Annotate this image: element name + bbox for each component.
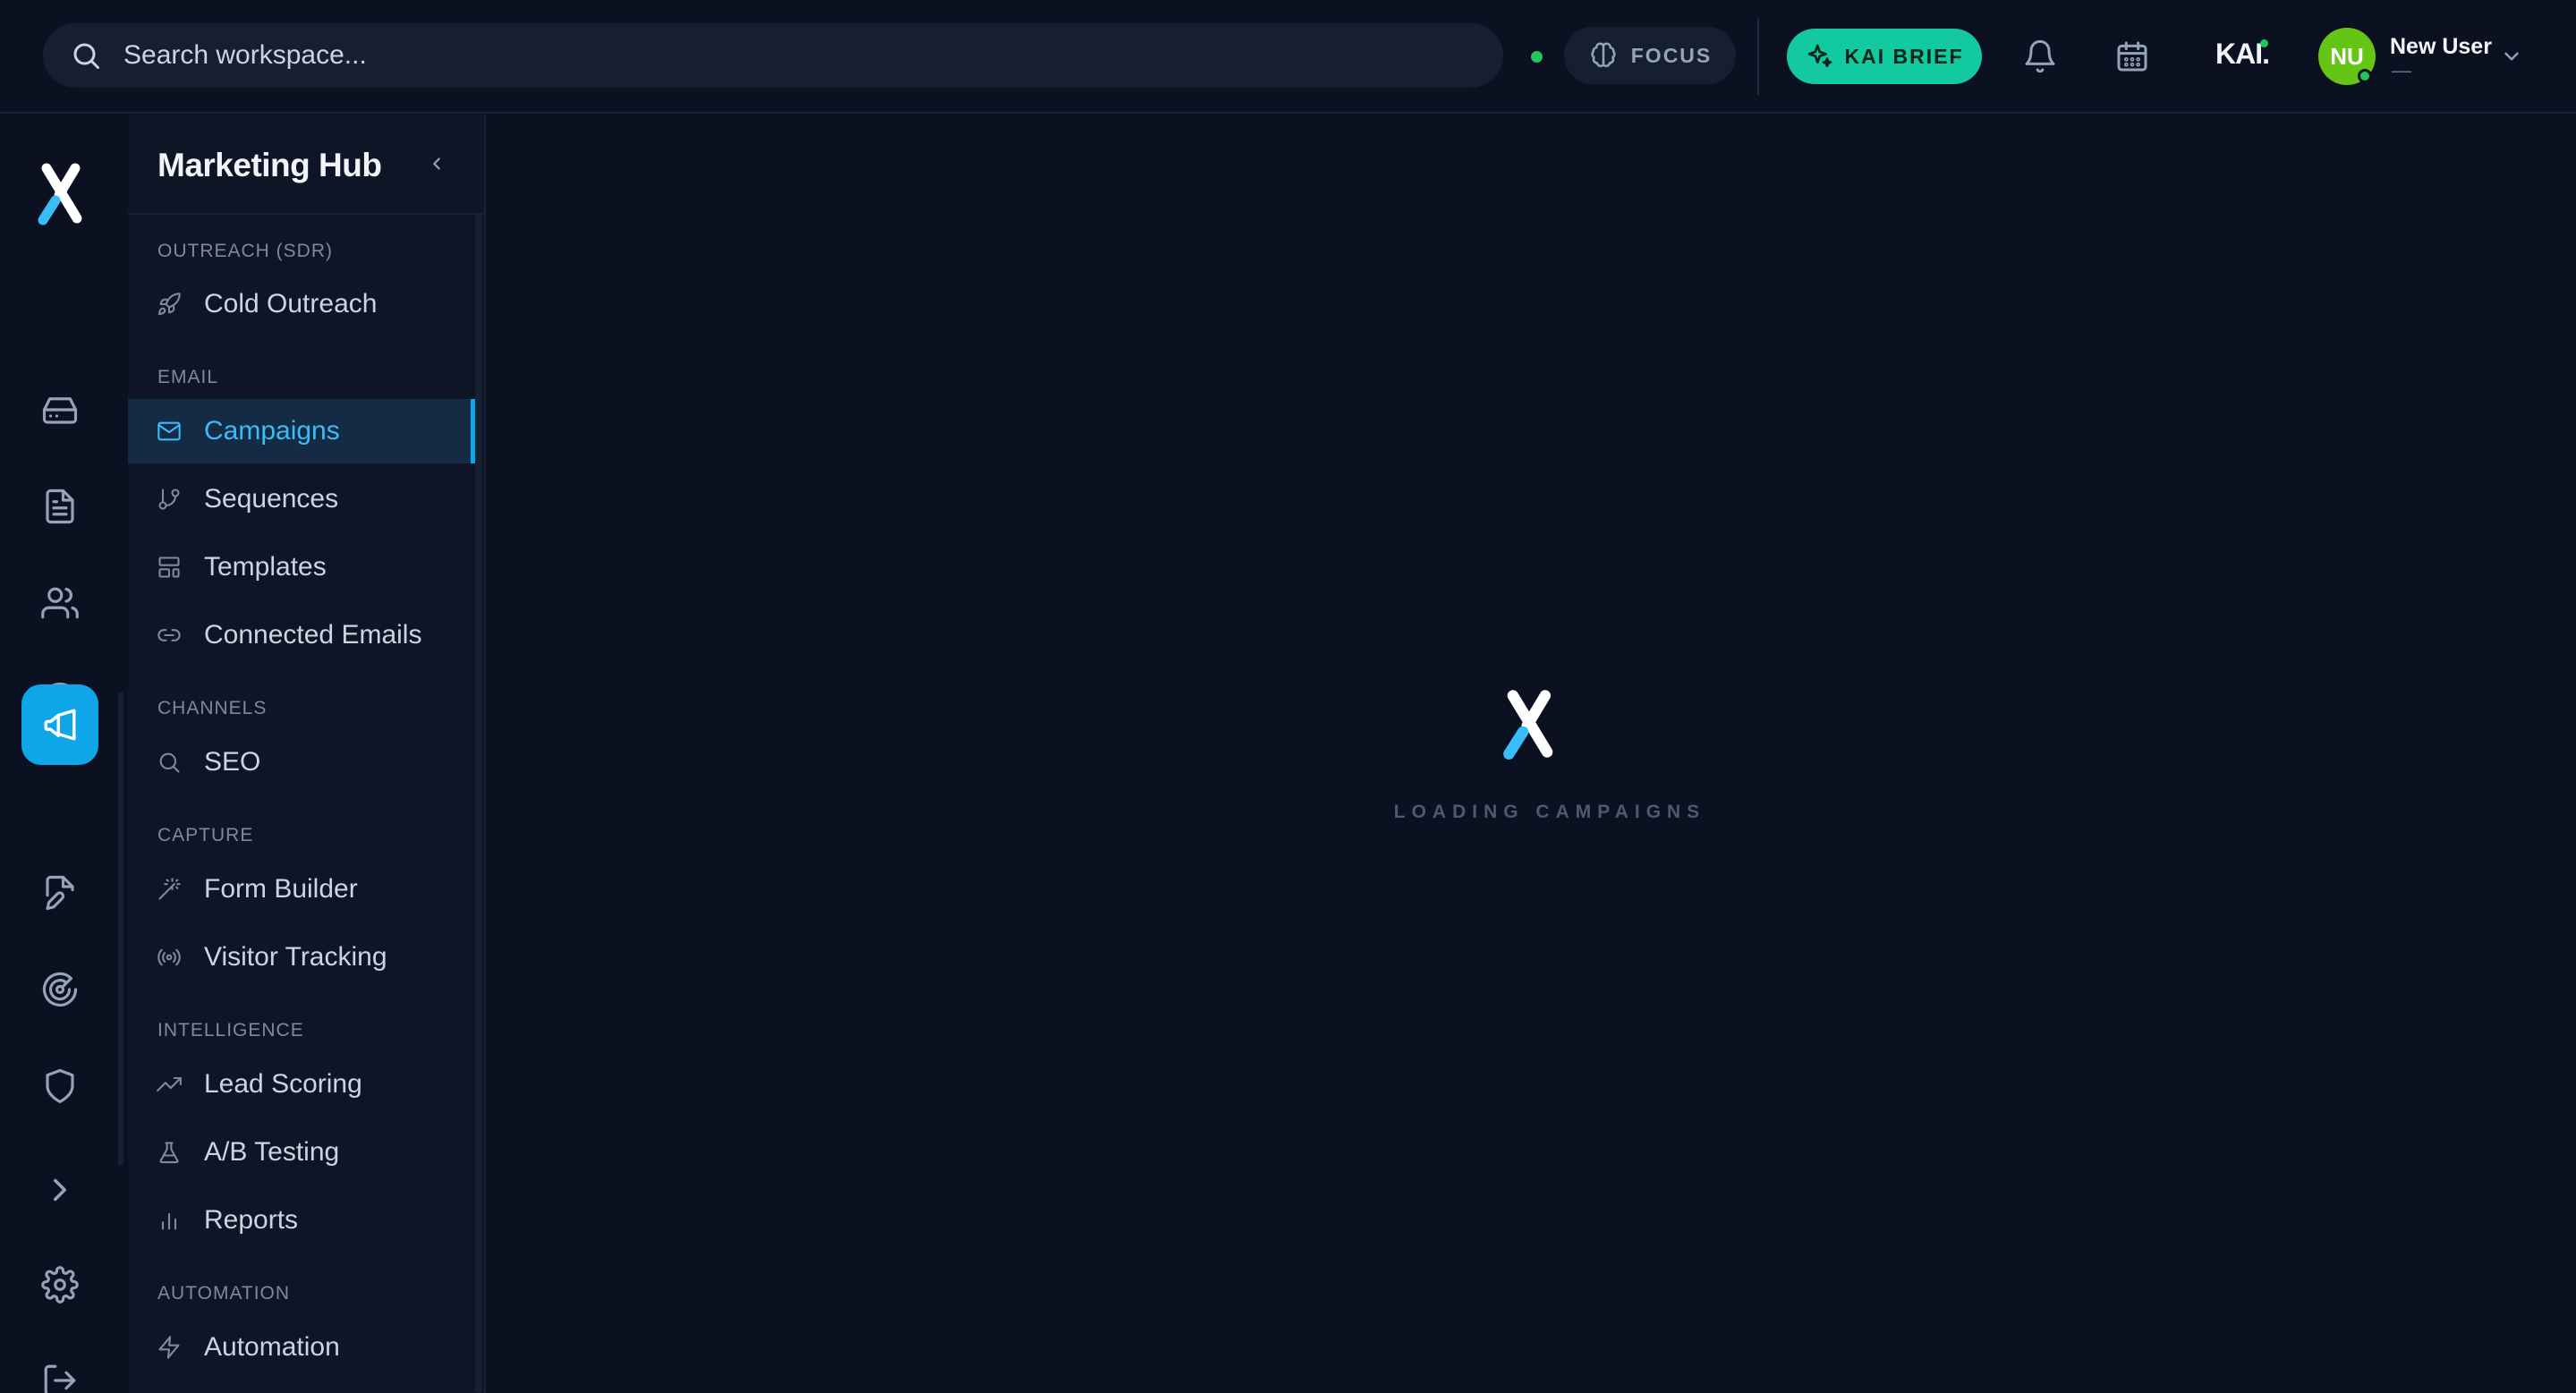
sidebar-item-templates[interactable]: Templates bbox=[128, 535, 475, 599]
rail-scrollbar[interactable] bbox=[118, 692, 123, 1166]
sidebar-item-cold-outreach[interactable]: Cold Outreach bbox=[128, 272, 475, 336]
sidebar-item-label: Templates bbox=[204, 552, 327, 582]
rail-item-radar[interactable] bbox=[21, 949, 98, 1030]
radar-icon bbox=[42, 972, 78, 1007]
chevron-right-icon bbox=[54, 1178, 66, 1202]
zap-icon bbox=[157, 1335, 182, 1360]
main-content: LOADING CAMPAIGNS bbox=[488, 115, 2576, 1393]
sidebar-item-form-builder[interactable]: Form Builder bbox=[128, 857, 475, 922]
focus-button[interactable]: FOCUS bbox=[1564, 27, 1736, 84]
sidebar-item-label: Cold Outreach bbox=[204, 289, 378, 319]
search-icon bbox=[157, 750, 182, 775]
flask-icon bbox=[157, 1140, 182, 1165]
sidebar-item-label: Sequences bbox=[204, 484, 339, 514]
users-icon bbox=[41, 587, 79, 619]
section-label-automation: AUTOMATION bbox=[157, 1283, 291, 1304]
sidebar-item-label: Visitor Tracking bbox=[204, 942, 387, 972]
sidebar-item-connected-emails[interactable]: Connected Emails bbox=[128, 603, 475, 667]
section-label-capture: CAPTURE bbox=[157, 825, 254, 845]
status-indicator bbox=[1531, 51, 1543, 63]
sidebar-item-label: Campaigns bbox=[204, 416, 340, 446]
sidebar-item-lead-scoring[interactable]: Lead Scoring bbox=[128, 1052, 475, 1117]
calendar-icon bbox=[2117, 41, 2147, 72]
rail-item-contacts[interactable] bbox=[21, 563, 98, 643]
rail-item-settings[interactable] bbox=[21, 1244, 98, 1325]
divider bbox=[1757, 18, 1759, 95]
search-input[interactable] bbox=[123, 40, 1376, 71]
sidebar-item-label: A/B Testing bbox=[204, 1137, 340, 1167]
loading-logo-icon bbox=[1503, 690, 1553, 760]
rocket-icon bbox=[157, 292, 182, 317]
log-out-icon bbox=[44, 1364, 76, 1393]
search-icon bbox=[73, 43, 99, 69]
bar-chart-icon bbox=[157, 1208, 182, 1233]
chevron-down-icon[interactable] bbox=[2500, 45, 2523, 68]
sidebar-title: Marketing Hub bbox=[157, 147, 382, 183]
shield-icon bbox=[46, 1068, 74, 1104]
rail-item-inbox[interactable] bbox=[21, 369, 98, 450]
bell-icon bbox=[2025, 39, 2055, 73]
rail-item-editor[interactable] bbox=[21, 853, 98, 933]
sidebar-scrollbar[interactable] bbox=[475, 215, 482, 1393]
megaphone-icon bbox=[44, 709, 76, 741]
trending-up-icon bbox=[157, 1072, 182, 1097]
notifications-button[interactable] bbox=[2019, 36, 2061, 77]
inbox-icon bbox=[42, 397, 78, 424]
rail-item-marketing[interactable] bbox=[21, 684, 98, 765]
kai-brief-button[interactable]: KAI BRIEF bbox=[1787, 29, 1982, 84]
rail-expand-button[interactable] bbox=[21, 1150, 98, 1230]
gear-icon bbox=[41, 1266, 79, 1304]
section-label-email: EMAIL bbox=[157, 367, 219, 387]
sidebar-item-label: Connected Emails bbox=[204, 620, 422, 650]
section-label-channels: CHANNELS bbox=[157, 698, 268, 718]
sidebar-item-visitor-tracking[interactable]: Visitor Tracking bbox=[128, 925, 475, 990]
chevron-left-icon bbox=[433, 157, 440, 170]
sidebar-header: Marketing Hub bbox=[128, 115, 484, 215]
link-icon bbox=[157, 623, 182, 648]
file-edit-icon bbox=[46, 875, 74, 911]
sidebar-item-reports[interactable]: Reports bbox=[128, 1188, 475, 1253]
user-subtitle: — bbox=[2392, 59, 2411, 81]
sidebar-item-campaigns[interactable]: Campaigns bbox=[128, 399, 475, 463]
git-branch-icon bbox=[157, 487, 182, 512]
kai-status-dot bbox=[2260, 39, 2268, 47]
layout-template-icon bbox=[157, 555, 182, 580]
user-name[interactable]: New User bbox=[2390, 34, 2492, 60]
sidebar-item-automation[interactable]: Automation bbox=[128, 1315, 475, 1380]
online-indicator bbox=[2358, 69, 2372, 83]
rail-item-security[interactable] bbox=[21, 1046, 98, 1126]
sidebar-item-seo[interactable]: SEO bbox=[128, 730, 475, 794]
sidebar-item-ab-testing[interactable]: A/B Testing bbox=[128, 1120, 475, 1185]
icon-rail bbox=[0, 115, 127, 1393]
collapse-sidebar-button[interactable] bbox=[423, 150, 450, 177]
sidebar-item-label: Reports bbox=[204, 1205, 299, 1235]
section-label-outreach: OUTREACH (SDR) bbox=[157, 241, 333, 261]
focus-label: FOCUS bbox=[1630, 43, 1713, 67]
sidebar-item-label: SEO bbox=[204, 747, 261, 777]
secondary-sidebar: Marketing Hub OUTREACH (SDR) Cold Outrea… bbox=[128, 115, 486, 1393]
sidebar-item-label: Form Builder bbox=[204, 874, 358, 904]
calendar-button[interactable] bbox=[2112, 36, 2153, 77]
sidebar-item-sequences[interactable]: Sequences bbox=[128, 467, 475, 531]
section-label-intelligence: INTELLIGENCE bbox=[157, 1020, 304, 1041]
loading-text: LOADING CAMPAIGNS bbox=[1393, 802, 1706, 822]
mail-icon bbox=[157, 419, 182, 444]
sparkles-icon bbox=[1807, 44, 1832, 67]
top-bar: FOCUS KAI BRIEF KAI. NU New User — bbox=[0, 0, 2576, 114]
brain-icon bbox=[1591, 42, 1616, 68]
search-bar[interactable] bbox=[43, 23, 1503, 88]
rail-item-documents[interactable] bbox=[21, 466, 98, 547]
kai-brief-label: KAI BRIEF bbox=[1844, 44, 1964, 68]
file-text-icon bbox=[46, 488, 74, 524]
wand-icon bbox=[157, 877, 182, 902]
radio-icon bbox=[157, 945, 182, 970]
sidebar-item-label: Lead Scoring bbox=[204, 1069, 362, 1099]
rail-logout-button[interactable] bbox=[21, 1340, 98, 1393]
app-logo-icon[interactable] bbox=[30, 157, 93, 229]
sidebar-item-label: Automation bbox=[204, 1332, 340, 1362]
